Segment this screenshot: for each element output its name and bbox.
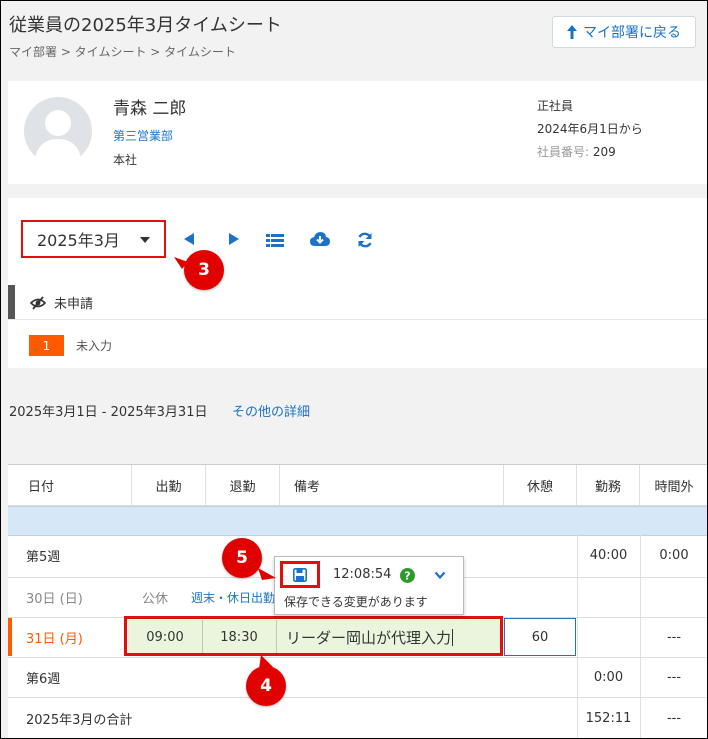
current-day-marker [8,618,12,656]
header-overtime: 時間外 [654,479,694,495]
floppy-disk-icon [293,567,307,582]
week5-overtime: 0:00 [659,547,689,563]
day30-type: 公休 [142,591,169,607]
status-indicator [8,285,15,320]
header-break: 休憩 [504,465,577,505]
header-clock-in: 出勤 [132,465,206,505]
header-note: 備考 [280,465,504,505]
page-title: 従業員の2025年3月タイムシート [9,15,282,36]
incomplete-label: 未入力 [76,339,113,353]
callout-3: 3 [184,250,224,290]
office-label: 本社 [113,153,138,167]
month-select[interactable]: 2025年3月 [21,220,166,258]
eye-slash-icon [30,295,46,310]
month-total-label: 2025年3月の合計 [26,712,133,728]
incomplete-count-badge: 1 [29,335,64,356]
refresh-icon[interactable] [357,232,373,248]
list-icon[interactable] [266,234,284,247]
next-icon[interactable] [229,233,239,245]
table-header: 日付 出勤 退勤 備考 休憩 勤務 時間外 [8,465,707,506]
employee-name: 青森 二郎 [113,99,187,119]
save-time: 12:08:54 [333,567,392,582]
period-range: 2025年3月1日 - 2025年3月31日 [9,405,208,420]
callout-5: 5 [222,538,262,578]
month-select-value: 2025年3月 [37,231,120,250]
divider [8,319,707,320]
chevron-down-icon[interactable] [434,571,446,580]
help-icon[interactable]: ? [400,568,415,583]
status-label: 未申請 [54,297,94,312]
week6-work: 0:00 [593,669,624,685]
day30-date: 30日 (日) [26,591,83,607]
break-input[interactable]: 60 [504,618,576,656]
breadcrumb[interactable]: マイ部署 > タイムシート > タイムシート [9,43,236,60]
arrow-up-icon [567,25,577,39]
callout-4: 4 [246,666,286,706]
week5-work: 40:00 [589,547,628,563]
employment-type: 正社員 [537,99,574,113]
header-work: 勤務 [577,465,640,505]
employment-start: 2024年6月1日から [537,122,643,136]
week6-label: 第6週 [26,671,61,687]
caret-down-icon [140,237,150,243]
timesheet-controls: 2025年3月 未申請 1 未入力 [8,198,707,368]
day31-date: 31日 (月) [26,631,83,647]
timesheet-window: 従業員の2025年3月タイムシート マイ部署 > タイムシート > タイムシート… [0,0,708,739]
week6-overtime: --- [666,669,682,685]
day30-note-link[interactable]: 週末・休日出勤 [191,578,275,616]
month-total-work: 152:11 [585,710,632,726]
department-link[interactable]: 第三営業部 [113,127,173,144]
cloud-download-icon[interactable] [310,232,330,247]
day31-overtime: --- [666,629,682,645]
status-row: 未申請 [30,293,93,312]
more-details-link[interactable]: その他の詳細 [232,401,310,420]
employee-card: 青森 二郎 第三営業部 本社 正社員 2024年6月1日から 社員番号: 209 [8,81,707,184]
employee-number: 社員番号: 209 [537,145,616,159]
save-button[interactable] [280,561,320,588]
week5-label: 第5週 [26,549,61,565]
avatar [24,97,92,165]
edit-row-highlight [124,616,503,656]
header-date: 日付 [8,465,132,505]
header-clock-out: 退勤 [206,465,280,505]
callout-4-pointer [259,655,273,669]
back-to-department-button[interactable]: マイ部署に戻る [552,16,696,48]
prev-icon[interactable] [184,233,194,245]
selected-row-band [8,506,707,536]
back-button-label: マイ部署に戻る [583,25,681,41]
month-total-overtime: --- [666,710,682,726]
callout-5-pointer [258,568,276,580]
save-popup: 12:08:54 ? 保存できる変更があります [274,556,464,615]
callout-3-pointer [174,257,188,269]
svg-text:?: ? [404,570,410,583]
unsaved-changes-message: 保存できる変更があります [284,595,428,609]
